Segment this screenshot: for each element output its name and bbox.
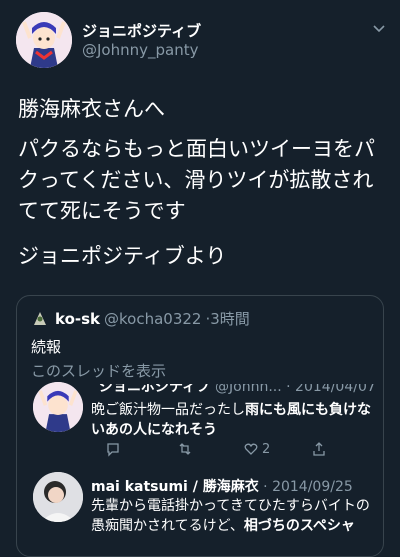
reply-text: 先輩から電話掛かってきてひたすらバイトの愚痴聞かされてるけど、相づちのスペシャ <box>91 498 370 534</box>
retweet-button[interactable] <box>177 440 193 458</box>
thread-reply[interactable]: mai katsumi / 勝海麻衣 · 2014/09/25 先輩から電話掛か… <box>17 468 383 556</box>
reply-button[interactable] <box>105 440 121 458</box>
retweet-icon <box>179 443 191 455</box>
tweet-actions: 2 <box>17 440 383 462</box>
avatar[interactable] <box>33 382 83 432</box>
tweet-line-3: ジョニポジティブより <box>18 244 227 268</box>
quoted-body: 続報 <box>31 338 62 356</box>
like-button[interactable]: 2 <box>243 440 270 458</box>
tweet-line-2: パクるならもっと面白いツイーヨをパクってください、滑りツイが拡散されてて死にそう… <box>18 137 375 223</box>
avatar[interactable] <box>16 12 72 68</box>
like-icon <box>244 443 258 455</box>
user-handle[interactable]: @Johnny_panty <box>82 41 198 59</box>
quoted-handle: @kocha0322 <box>104 310 202 328</box>
reply-header: mai katsumi / 勝海麻衣 · 2014/09/25 <box>91 479 353 495</box>
display-name[interactable]: ジョニポジティブ <box>82 20 201 41</box>
tweet-line-1: 勝海麻衣さんへ <box>18 97 165 121</box>
quoted-name[interactable]: ko-sk <box>55 310 100 328</box>
quoted-time: 3時間 <box>210 310 250 328</box>
share-icon <box>313 442 325 456</box>
tweet-header: ジョニポジティブ @Johnny_panty <box>0 0 400 80</box>
share-button[interactable] <box>311 440 327 458</box>
quoted-tweet-header: ko-sk @kocha0322·3時間 <box>31 308 250 328</box>
avatar[interactable] <box>33 472 83 522</box>
like-count: 2 <box>262 441 271 457</box>
reply-icon <box>107 443 119 457</box>
avatar[interactable] <box>31 309 49 327</box>
reply-text: 晩ご飯汁物一品だったし雨にも風にも負けないあの人になれそう <box>91 402 371 438</box>
reply-header: ジョニポジティブ @Johnn... · 2014/04/07 <box>99 379 376 395</box>
quoted-tweet[interactable]: ko-sk @kocha0322·3時間 続報 このスレッドを表示 ジョニポジティ… <box>16 295 384 557</box>
chevron-down-icon[interactable] <box>372 22 386 36</box>
